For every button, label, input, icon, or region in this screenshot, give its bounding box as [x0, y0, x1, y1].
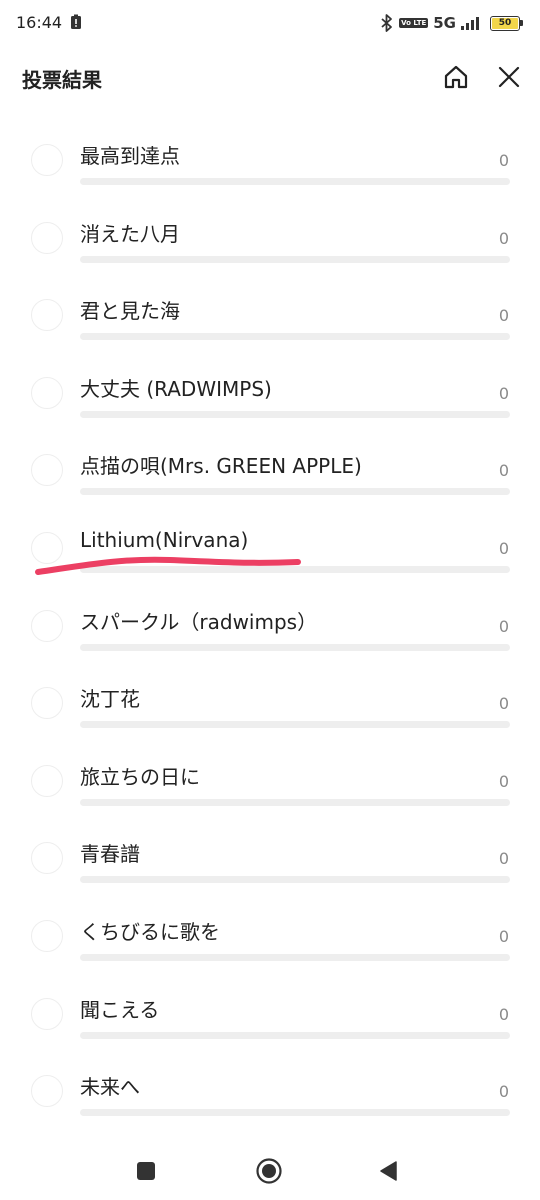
- radio-button[interactable]: [31, 299, 63, 332]
- radio-button[interactable]: [31, 144, 63, 176]
- bluetooth-icon: [381, 14, 393, 32]
- option-label: Lithium(Nirvana): [80, 527, 249, 552]
- battery-icon: 50: [490, 15, 523, 31]
- status-bar: 16:44 Vo LTE 5G 50: [0, 0, 540, 50]
- vote-count: 0: [498, 1082, 509, 1102]
- radio-button[interactable]: [31, 221, 63, 254]
- battery-level: 50: [492, 17, 518, 29]
- vote-count: 0: [498, 616, 509, 636]
- home-button[interactable]: [441, 62, 471, 92]
- page-title: 投票結果: [22, 68, 102, 92]
- radio-button[interactable]: [31, 919, 63, 952]
- vote-count: 0: [498, 461, 509, 481]
- recent-apps-icon: [137, 1162, 155, 1180]
- vote-count: 0: [498, 306, 509, 326]
- radio-button[interactable]: [31, 687, 63, 720]
- poll-options-list: 最高到達点 0 消えた八月 0 君と見た海 0 大丈夫 (RADWIMPS) 0 点描の唄(Mr…: [0, 116, 540, 1125]
- poll-option[interactable]: 未来へ 0: [0, 1047, 540, 1125]
- vote-count: 0: [498, 538, 509, 558]
- vote-count: 0: [498, 926, 509, 946]
- home-nav-icon: [256, 1158, 282, 1184]
- radio-button[interactable]: [31, 531, 63, 564]
- radio-button[interactable]: [31, 454, 63, 487]
- poll-option[interactable]: 沈丁花 0: [0, 659, 540, 737]
- option-label: 大丈夫 (RADWIMPS): [80, 376, 272, 401]
- home-nav-button[interactable]: [254, 1156, 284, 1186]
- poll-option[interactable]: Lithium(Nirvana) 0: [0, 504, 540, 582]
- radio-button[interactable]: [31, 1075, 63, 1108]
- vote-bar: [80, 1031, 510, 1039]
- vote-count: 0: [498, 694, 509, 714]
- battery-cap: [520, 19, 523, 26]
- signal-icon: [461, 17, 479, 30]
- vote-count: 0: [498, 771, 509, 791]
- back-icon: [380, 1161, 397, 1181]
- vote-count: 0: [498, 1004, 509, 1024]
- radio-button[interactable]: [31, 764, 63, 797]
- radio-button[interactable]: [31, 376, 63, 409]
- poll-option[interactable]: 君と見た海 0: [0, 271, 540, 349]
- vote-bar: [80, 953, 510, 961]
- vote-count: 0: [498, 849, 509, 869]
- home-icon: [444, 65, 468, 89]
- poll-option[interactable]: 大丈夫 (RADWIMPS) 0: [0, 349, 540, 427]
- vote-bar: [80, 333, 510, 341]
- option-label: 君と見た海: [80, 299, 180, 324]
- poll-option[interactable]: 点描の唄(Mrs. GREEN APPLE) 0: [0, 426, 540, 504]
- header: 投票結果: [0, 50, 540, 106]
- network-type: 5G: [433, 14, 456, 32]
- option-label: 青春譜: [80, 842, 140, 867]
- option-label: 沈丁花: [80, 687, 140, 712]
- radio-button[interactable]: [31, 997, 63, 1030]
- poll-option[interactable]: 聞こえる 0: [0, 970, 540, 1048]
- radio-button[interactable]: [31, 609, 63, 642]
- vote-bar: [80, 565, 510, 573]
- option-label: 最高到達点: [80, 144, 180, 168]
- option-label: 点描の唄(Mrs. GREEN APPLE): [80, 454, 362, 479]
- radio-button[interactable]: [31, 842, 63, 875]
- close-button[interactable]: [494, 62, 524, 92]
- poll-option[interactable]: 青春譜 0: [0, 814, 540, 892]
- vote-bar: [80, 643, 510, 651]
- poll-option[interactable]: くちびるに歌を 0: [0, 892, 540, 970]
- option-label: 聞こえる: [80, 997, 160, 1022]
- navigation-bar: [0, 1140, 540, 1200]
- option-label: スパークル（radwimps）: [80, 609, 318, 634]
- poll-option[interactable]: 消えた八月 0: [0, 194, 540, 272]
- poll-option[interactable]: スパークル（radwimps） 0: [0, 582, 540, 660]
- vote-bar: [80, 488, 510, 496]
- poll-option[interactable]: 旅立ちの日に 0: [0, 737, 540, 815]
- option-label: 消えた八月: [80, 221, 180, 246]
- recent-apps-button[interactable]: [131, 1156, 161, 1186]
- vote-bar: [80, 876, 510, 884]
- status-time: 16:44: [16, 13, 63, 32]
- vote-bar: [80, 410, 510, 418]
- vote-bar: [80, 255, 510, 263]
- sim-alert-icon: [71, 14, 81, 29]
- vote-count: 0: [498, 383, 509, 403]
- screen: 16:44 Vo LTE 5G 50 投票結果 最高到達点 0 消えた八月 0 …: [0, 0, 540, 1200]
- poll-option[interactable]: 最高到達点 0: [0, 116, 540, 194]
- vote-bar: [80, 1109, 510, 1117]
- close-icon: [498, 66, 520, 88]
- vote-count: 0: [498, 151, 509, 170]
- vote-count: 0: [498, 228, 509, 248]
- option-label: 未来へ: [80, 1075, 140, 1100]
- status-icons: Vo LTE 5G 50: [380, 12, 523, 34]
- option-label: くちびるに歌を: [80, 919, 220, 944]
- option-label: 旅立ちの日に: [80, 764, 200, 789]
- back-button[interactable]: [374, 1156, 404, 1186]
- vote-bar: [80, 178, 510, 185]
- volte-icon: Vo LTE: [399, 18, 429, 28]
- vote-bar: [80, 721, 510, 729]
- vote-bar: [80, 798, 510, 806]
